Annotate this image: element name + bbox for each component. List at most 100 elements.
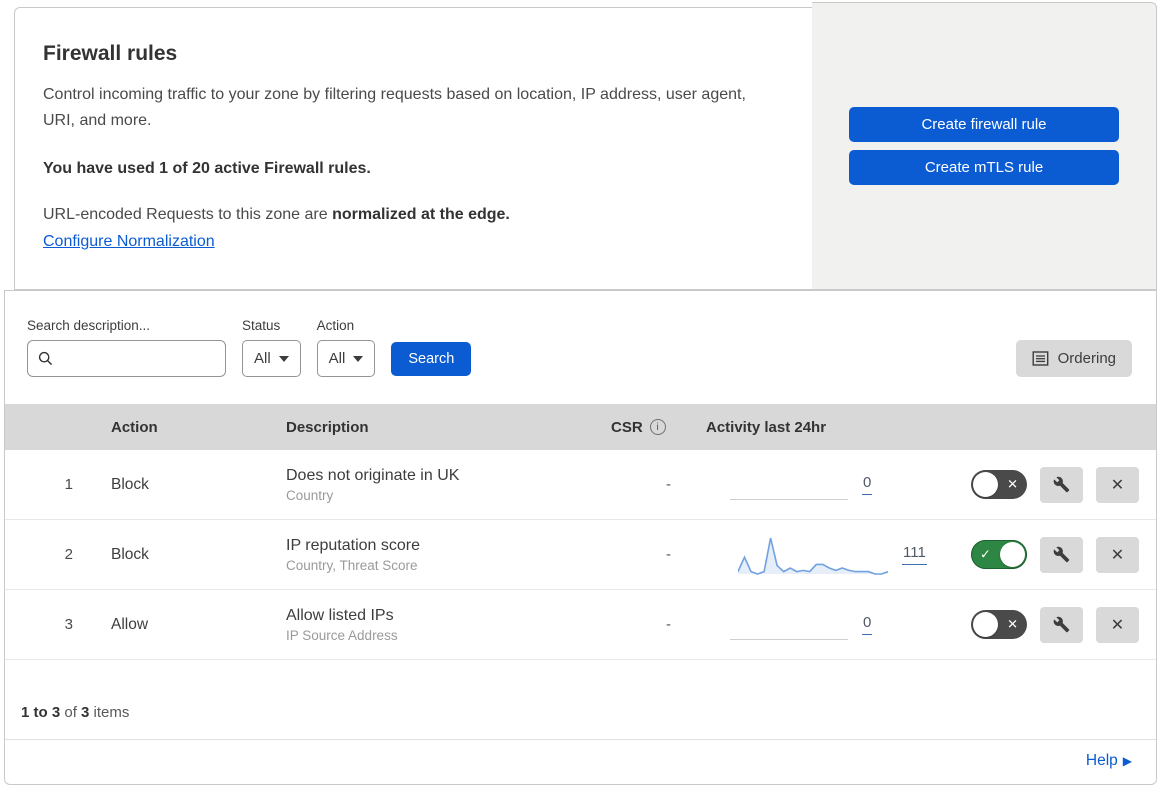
- pagination-of: of: [60, 704, 82, 721]
- action-filter-group: Action All: [316, 318, 376, 377]
- activity-count-link[interactable]: 0: [862, 474, 873, 495]
- normalization-bold: normalized at the edge.: [332, 205, 510, 223]
- status-label: Status: [242, 318, 281, 333]
- rule-enabled-toggle[interactable]: ✕: [971, 610, 1027, 639]
- rule-description-cell: Does not originate in UK Country: [286, 467, 596, 503]
- action-column-header: Action: [111, 418, 158, 436]
- x-icon: ✕: [1110, 616, 1125, 634]
- activity-sparkline: [738, 537, 888, 575]
- rule-controls: ✕ ✕: [941, 466, 1156, 503]
- create-mtls-rule-button[interactable]: Create mTLS rule: [849, 150, 1119, 185]
- configure-normalization-link[interactable]: Configure Normalization: [43, 233, 215, 251]
- search-icon: [38, 351, 53, 366]
- search-label: Search description...: [27, 318, 151, 333]
- caret-down-icon: [353, 355, 364, 362]
- help-bar: Help ▶: [5, 739, 1156, 784]
- create-firewall-rule-button[interactable]: Create firewall rule: [849, 107, 1119, 142]
- toggle-knob: [973, 612, 998, 637]
- pagination-status: 1 to 3 of 3 items: [5, 660, 1156, 737]
- action-dropdown[interactable]: All: [316, 340, 376, 377]
- table-header: Action Description CSR i Activity last 2…: [5, 404, 1156, 450]
- toggle-knob: [1000, 542, 1025, 567]
- normalization-notice: URL-encoded Requests to this zone are no…: [43, 206, 764, 224]
- top-section: Firewall rules Control incoming traffic …: [0, 0, 1161, 290]
- wrench-icon: [1053, 546, 1070, 563]
- rule-priority: 2: [64, 546, 73, 563]
- edit-rule-button[interactable]: [1040, 606, 1083, 643]
- search-group: Search description...: [27, 318, 226, 377]
- pagination-items: items: [89, 704, 130, 721]
- firewall-rules-page: Firewall rules Control incoming traffic …: [0, 0, 1161, 791]
- description-column-header: Description: [286, 418, 369, 436]
- toggle-state-icon: ✕: [1007, 616, 1018, 632]
- page-title: Firewall rules: [43, 42, 178, 65]
- activity-flatline: [730, 499, 848, 500]
- delete-rule-button[interactable]: ✕: [1096, 536, 1139, 573]
- rule-enabled-toggle[interactable]: ✕: [971, 470, 1027, 499]
- help-link[interactable]: Help ▶: [1086, 752, 1132, 769]
- rule-csr-value: -: [666, 616, 671, 633]
- csr-column-header: CSR i: [596, 419, 696, 436]
- rule-action: Block: [111, 545, 149, 563]
- rule-csr-value: -: [666, 546, 671, 563]
- caret-right-icon: ▶: [1122, 754, 1132, 768]
- table-row: 2 Block IP reputation score Country, Thr…: [5, 520, 1156, 590]
- status-selected-value: All: [254, 350, 271, 367]
- toggle-state-icon: ✓: [980, 546, 991, 562]
- wrench-icon: [1053, 616, 1070, 633]
- pagination-range: 1 to 3: [21, 704, 61, 721]
- rule-criteria: Country, Threat Score: [286, 557, 418, 573]
- usage-notice: You have used 1 of 20 active Firewall ru…: [43, 159, 371, 177]
- search-input[interactable]: [61, 350, 215, 367]
- rules-card: Search description... Status All Action: [4, 290, 1157, 785]
- wrench-icon: [1053, 476, 1070, 493]
- list-icon: [1032, 351, 1049, 366]
- delete-rule-button[interactable]: ✕: [1096, 606, 1139, 643]
- table-row: 1 Block Does not originate in UK Country…: [5, 450, 1156, 520]
- delete-rule-button[interactable]: ✕: [1096, 466, 1139, 503]
- activity-cell: 0: [696, 609, 941, 640]
- action-selected-value: All: [328, 350, 346, 367]
- filter-bar: Search description... Status All Action: [5, 291, 1156, 404]
- caret-down-icon: [278, 355, 289, 362]
- actions-panel: Create firewall rule Create mTLS rule: [812, 2, 1157, 290]
- toggle-state-icon: ✕: [1007, 476, 1018, 492]
- rule-description-cell: IP reputation score Country, Threat Scor…: [286, 537, 596, 573]
- table-row: 3 Allow Allow listed IPs IP Source Addre…: [5, 590, 1156, 660]
- rule-priority: 1: [64, 476, 73, 493]
- activity-cell: 111: [696, 533, 941, 577]
- info-circle-icon[interactable]: i: [649, 419, 666, 435]
- action-label: Action: [316, 318, 355, 333]
- activity-flatline: [730, 639, 848, 640]
- x-icon: ✕: [1110, 476, 1125, 494]
- rule-criteria: IP Source Address: [286, 627, 398, 643]
- edit-rule-button[interactable]: [1040, 466, 1083, 503]
- rule-priority: 3: [64, 616, 73, 633]
- search-box: [27, 340, 226, 377]
- rule-enabled-toggle[interactable]: ✓: [971, 540, 1027, 569]
- status-dropdown[interactable]: All: [242, 340, 301, 377]
- edit-rule-button[interactable]: [1040, 536, 1083, 573]
- normalization-text: URL-encoded Requests to this zone are: [43, 205, 333, 223]
- rule-description-cell: Allow listed IPs IP Source Address: [286, 607, 596, 643]
- ordering-label: Ordering: [1057, 350, 1116, 367]
- activity-column-header: Activity last 24hr: [706, 418, 827, 436]
- table-body: 1 Block Does not originate in UK Country…: [5, 450, 1156, 660]
- rule-controls: ✓ ✕: [941, 536, 1156, 573]
- status-filter-group: Status All: [242, 318, 301, 377]
- rule-description: Allow listed IPs: [286, 606, 394, 624]
- activity-count-link[interactable]: 0: [862, 614, 873, 635]
- activity-cell: 0: [696, 469, 941, 500]
- search-button[interactable]: Search: [391, 342, 472, 376]
- rule-controls: ✕ ✕: [941, 606, 1156, 643]
- ordering-button[interactable]: Ordering: [1015, 340, 1132, 377]
- csr-header-label: CSR: [611, 418, 643, 436]
- toggle-knob: [973, 472, 998, 497]
- activity-count-link[interactable]: 111: [902, 544, 927, 565]
- x-icon: ✕: [1110, 546, 1125, 564]
- rule-csr-value: -: [666, 476, 671, 493]
- intro-card: Firewall rules Control incoming traffic …: [14, 7, 812, 290]
- intro-description: Control incoming traffic to your zone by…: [43, 86, 746, 129]
- rule-criteria: Country: [286, 487, 334, 503]
- rule-description: IP reputation score: [286, 536, 421, 554]
